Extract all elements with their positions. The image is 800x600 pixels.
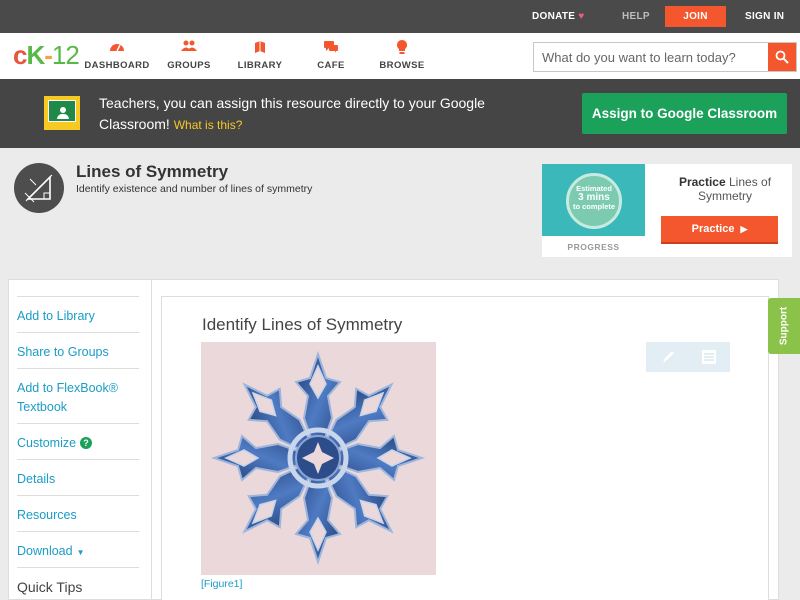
estimated-complete: to complete <box>572 202 616 211</box>
nav-browse[interactable]: BROWSE <box>367 40 437 71</box>
nav-library-label: LIBRARY <box>237 60 283 71</box>
support-label: Support <box>778 306 790 346</box>
help-icon[interactable]: ? <box>80 437 93 449</box>
page-title: Lines of Symmetry <box>76 162 229 181</box>
download-label: Download <box>17 544 73 558</box>
estimated-time: Estimated 3 mins to complete <box>566 184 622 211</box>
customize-label: Customize <box>17 436 77 450</box>
sidebar-item-resources[interactable]: Resources <box>17 495 139 525</box>
notes-button[interactable] <box>688 342 730 372</box>
content-title: Identify Lines of Symmetry <box>202 315 403 334</box>
nav-groups[interactable]: GROUPS <box>154 40 224 71</box>
edit-note-button[interactable] <box>646 342 688 372</box>
banner-message: Teachers, you can assign this resource d… <box>99 95 485 132</box>
logo-c: c <box>13 40 28 70</box>
sidebar-item-share-to-groups[interactable]: Share to Groups <box>17 332 139 362</box>
figure-caption[interactable]: [Figure1] <box>201 578 242 590</box>
sign-in-link[interactable]: SIGN IN <box>745 0 784 33</box>
nav-browse-label: BROWSE <box>379 60 425 71</box>
progress-panel: Estimated 3 mins to complete <box>542 164 645 236</box>
sidebar-item-customize[interactable]: Customize? <box>17 423 139 453</box>
top-bar: DONATE ♥ HELP JOIN SIGN IN <box>0 0 800 33</box>
sidebar: Add to Library Share to Groups Add to Fl… <box>8 279 151 600</box>
help-link[interactable]: HELP <box>622 0 650 33</box>
sidebar-item-add-to-flexbook[interactable]: Add to FlexBook® Textbook <box>17 368 139 417</box>
practice-button-label: Practice <box>691 223 735 235</box>
logo-dash: - <box>44 40 53 70</box>
search-icon <box>775 50 789 64</box>
google-classroom-icon <box>44 96 80 130</box>
caret-down-icon: ▼ <box>76 548 85 557</box>
estimated-mins: 3 mins <box>578 192 610 203</box>
search-button[interactable] <box>768 43 796 71</box>
notes-icon <box>702 350 716 364</box>
geometry-icon <box>14 163 64 213</box>
practice-title-bold: Practice <box>678 175 726 189</box>
practice-card: Estimated 3 mins to complete PROGRESS Pr… <box>542 164 792 257</box>
nav-bar: cK-12 DASHBOARD GROUPS LIBRARY CAFE BROW… <box>0 33 800 79</box>
assign-to-google-classroom-button[interactable]: Assign to Google Classroom <box>582 93 787 134</box>
support-tab[interactable]: Support <box>768 298 800 354</box>
search-input[interactable] <box>534 43 768 71</box>
body-text-partial <box>201 594 521 600</box>
what-is-this-link[interactable]: What is this? <box>174 118 243 132</box>
logo-k: K <box>26 40 45 70</box>
quick-tips-heading: Quick Tips <box>17 567 139 597</box>
nav-dashboard-label: DASHBOARD <box>84 60 150 71</box>
donate-label: DONATE <box>532 11 576 22</box>
practice-title: Practice Lines of Symmetry <box>660 175 790 203</box>
search-box <box>533 42 797 72</box>
progress-label: PROGRESS <box>567 242 620 252</box>
donate-link[interactable]: DONATE ♥ <box>532 0 585 33</box>
chevron-right-icon: ▶ <box>740 224 748 234</box>
snowflake-figure <box>201 342 436 575</box>
ck12-logo[interactable]: cK-12 <box>13 40 80 70</box>
practice-button[interactable]: Practice ▶ <box>661 216 778 244</box>
banner-text: Teachers, you can assign this resource d… <box>99 93 519 136</box>
join-button[interactable]: JOIN <box>665 6 726 27</box>
nav-cafe-label: CAFE <box>317 60 345 71</box>
sidebar-item-add-to-library[interactable]: Add to Library <box>17 296 139 326</box>
nav-library[interactable]: LIBRARY <box>225 40 295 71</box>
groups-icon <box>154 40 224 56</box>
library-icon <box>225 40 295 56</box>
pencil-icon <box>663 351 674 363</box>
sidebar-item-details[interactable]: Details <box>17 459 139 489</box>
heart-icon: ♥ <box>578 11 585 22</box>
browse-icon <box>367 40 437 56</box>
dashboard-icon <box>82 40 152 56</box>
logo-12: 12 <box>51 40 80 70</box>
sidebar-item-download[interactable]: Download ▼ <box>17 531 139 562</box>
nav-groups-label: GROUPS <box>167 60 211 71</box>
page-subtitle: Identify existence and number of lines o… <box>76 183 313 195</box>
content-tools <box>646 342 730 372</box>
nav-cafe[interactable]: CAFE <box>296 40 366 71</box>
cafe-icon <box>296 40 366 56</box>
nav-dashboard[interactable]: DASHBOARD <box>82 40 152 71</box>
